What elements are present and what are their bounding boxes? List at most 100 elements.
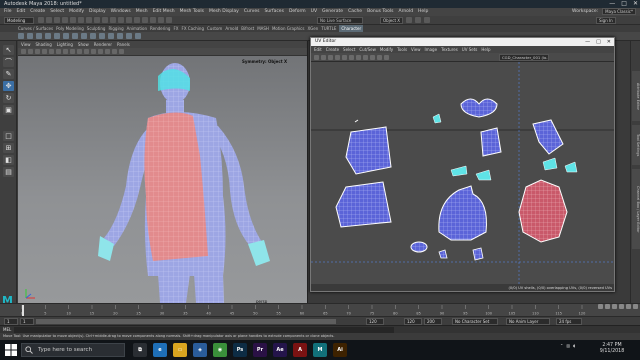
film-gate-icon[interactable]: [56, 49, 61, 54]
shelf-tool-icon[interactable]: [81, 33, 87, 39]
uv-canvas[interactable]: [311, 62, 615, 284]
uv-toolkit-icon[interactable]: [314, 55, 319, 60]
lights-icon[interactable]: [98, 49, 103, 54]
single-layout-icon[interactable]: □: [3, 131, 14, 141]
wireframe-icon[interactable]: [70, 49, 75, 54]
chevron-up-icon[interactable]: ⌃: [560, 343, 563, 348]
hypershade-icon[interactable]: [166, 17, 172, 23]
shelf-tool-icon[interactable]: [135, 33, 141, 39]
start-time-field[interactable]: 1: [4, 318, 18, 325]
shelf-tool-icon[interactable]: [18, 33, 24, 39]
tool-settings-tab[interactable]: Tool Settings: [632, 125, 640, 165]
play-back-icon[interactable]: [612, 304, 617, 309]
attribute-editor-tab[interactable]: Attribute Editor: [632, 71, 640, 121]
uv-exposure-icon[interactable]: [377, 55, 382, 60]
uv-distortion-icon[interactable]: [335, 55, 340, 60]
fps-select[interactable]: 24 fps: [556, 318, 582, 325]
render-icon[interactable]: [142, 17, 148, 23]
character-set-select[interactable]: No Character Set: [452, 318, 498, 325]
shelf-tab-animation[interactable]: Animation: [127, 25, 147, 32]
workspace-select[interactable]: Maya Classic*: [602, 8, 636, 15]
shelf-tab-sculpting[interactable]: Sculpting: [87, 25, 106, 32]
volume-icon[interactable]: ◖: [573, 343, 575, 348]
vp-menu-renderer[interactable]: Renderer: [94, 41, 112, 48]
taskbar-search-input[interactable]: Type here to search: [21, 343, 125, 357]
snap-point-icon[interactable]: [118, 17, 124, 23]
menu-set-select[interactable]: Modeling: [4, 17, 34, 24]
snap-curve-icon[interactable]: [110, 17, 116, 23]
paint-select-tool-icon[interactable]: ✎: [3, 69, 14, 79]
four-view-layout-icon[interactable]: ⊞: [3, 143, 14, 153]
channel-box-tab[interactable]: Channel Box / Layer Editor: [632, 169, 640, 249]
photoshop-app-icon[interactable]: Ps: [233, 343, 247, 357]
resolution-gate-icon[interactable]: [63, 49, 68, 54]
range-slider-bar[interactable]: [36, 319, 336, 324]
step-back-icon[interactable]: [605, 304, 610, 309]
render-settings-icon[interactable]: [158, 17, 164, 23]
maya-app-icon[interactable]: M: [313, 343, 327, 357]
camera-icon[interactable]: [21, 49, 26, 54]
uv-checker-icon[interactable]: [321, 55, 326, 60]
menu-edit-mesh[interactable]: Edit Mesh: [153, 8, 175, 16]
select-object-icon[interactable]: [86, 17, 92, 23]
uv-close-button[interactable]: ✕: [607, 38, 611, 46]
shelf-tab-turtle[interactable]: TURTLE: [321, 25, 336, 32]
menu-curves[interactable]: Curves: [244, 8, 260, 16]
vp-menu-panels[interactable]: Panels: [117, 41, 130, 48]
menu-deform[interactable]: Deform: [289, 8, 306, 16]
redo-icon[interactable]: [70, 17, 76, 23]
image-plane-icon[interactable]: [42, 49, 47, 54]
uv-editor-window[interactable]: UV Editor — □ ✕ Edit Create Select Cut/S…: [310, 37, 615, 292]
shelf-tool-icon[interactable]: [108, 33, 114, 39]
shelf-tool-icon[interactable]: [54, 33, 60, 39]
history-icon[interactable]: [134, 17, 140, 23]
uv-shaded-icon[interactable]: [328, 55, 333, 60]
menu-bonus-tools[interactable]: Bonus Tools: [367, 8, 393, 16]
edge-app-icon[interactable]: e: [153, 343, 167, 357]
uv-menu-cut-sew[interactable]: Cut/Sew: [359, 46, 376, 53]
uv-menu-tools[interactable]: Tools: [397, 46, 407, 53]
uv-menu-select[interactable]: Select: [343, 46, 355, 53]
isolate-icon[interactable]: [119, 49, 124, 54]
scale-tool-icon[interactable]: ▣: [3, 105, 14, 115]
open-scene-icon[interactable]: [46, 17, 52, 23]
illustrator-app-icon[interactable]: Ai: [333, 343, 347, 357]
menu-file[interactable]: File: [4, 8, 12, 16]
task-view-app-icon[interactable]: ⧉: [133, 343, 147, 357]
snap-plane-icon[interactable]: [126, 17, 132, 23]
persp-viewport[interactable]: View Shading Lighting Show Renderer Pane…: [18, 41, 308, 303]
attribute-editor-icon[interactable]: [415, 17, 422, 23]
minimize-button[interactable]: —: [609, 0, 615, 8]
channel-box-icon[interactable]: [424, 17, 431, 23]
bookmark-icon[interactable]: [35, 49, 40, 54]
chrome-app-icon[interactable]: ◉: [213, 343, 227, 357]
shelf-tab-custom[interactable]: Custom: [207, 25, 222, 32]
uv-menu-view[interactable]: View: [411, 46, 421, 53]
menu-cache[interactable]: Cache: [348, 8, 362, 16]
shadows-icon[interactable]: [105, 49, 110, 54]
menu-edit[interactable]: Edit: [17, 8, 26, 16]
shelf-tool-icon[interactable]: [90, 33, 96, 39]
lasso-tool-icon[interactable]: ⌒: [3, 57, 14, 67]
end-time-field[interactable]: 120: [404, 318, 422, 325]
uv-menu-image[interactable]: Image: [425, 46, 438, 53]
maximize-button[interactable]: □: [621, 0, 627, 8]
shelf-tool-icon[interactable]: [27, 33, 33, 39]
menu-mesh-display[interactable]: Mesh Display: [209, 8, 239, 16]
outliner-layout-icon[interactable]: ▤: [3, 167, 14, 177]
uv-snap-icon[interactable]: [349, 55, 354, 60]
uv-menu-textures[interactable]: Textures: [441, 46, 458, 53]
vp-menu-lighting[interactable]: Lighting: [57, 41, 73, 48]
menu-mesh[interactable]: Mesh: [136, 8, 148, 16]
premiere-app-icon[interactable]: Pr: [253, 343, 267, 357]
live-surface-field[interactable]: No Live Surface: [317, 17, 363, 24]
menu-modify[interactable]: Modify: [69, 8, 84, 16]
playback-end-field[interactable]: 120: [366, 318, 384, 325]
taskbar-clock[interactable]: 2:47 PM 9/11/2018: [596, 343, 628, 355]
ipr-render-icon[interactable]: [150, 17, 156, 23]
select-hierarchy-icon[interactable]: [78, 17, 84, 23]
menu-mesh-tools[interactable]: Mesh Tools: [180, 8, 204, 16]
vp-menu-show[interactable]: Show: [78, 41, 89, 48]
go-to-end-icon[interactable]: [633, 304, 638, 309]
modeling-toolkit-icon[interactable]: [406, 17, 413, 23]
